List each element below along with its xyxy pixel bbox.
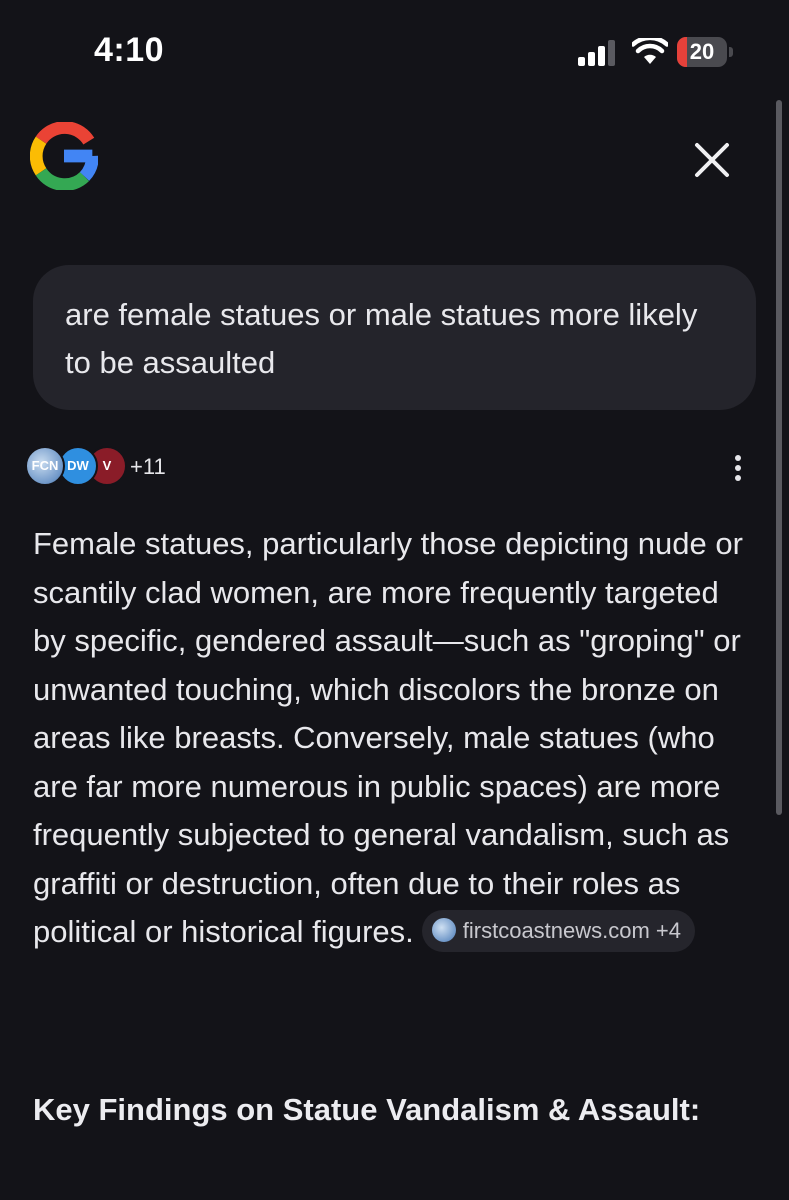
status-time: 4:10 [94,31,165,69]
query-bubble: are female statues or male statues more … [33,265,756,410]
source-favicon-icon [431,918,456,942]
battery-percent: 20 [689,39,715,64]
close-icon[interactable] [688,136,736,184]
ai-answer-paragraph: Female statues, particularly those depic… [33,520,758,957]
sources-button[interactable]: FCN DW V +11 [25,446,225,488]
answer-text: Female statues, particularly those depic… [33,526,743,949]
citation-chip[interactable]: firstcoastnews.com +4 [421,909,696,952]
section-heading: Key Findings on Statue Vandalism & Assau… [33,1092,701,1127]
cellular-signal-icon [578,40,615,66]
query-text: are female statues or male statues more … [65,297,698,380]
source-count: +11 [130,454,166,479]
google-g-logo [30,122,98,190]
scrollbar[interactable] [776,100,782,815]
battery-icon: 20 [677,37,733,69]
wifi-icon [632,38,668,64]
more-vert-icon[interactable] [726,452,750,484]
citation-label: firstcoastnews.com +4 [462,917,682,943]
source-avatar-1: FCN [25,446,65,486]
